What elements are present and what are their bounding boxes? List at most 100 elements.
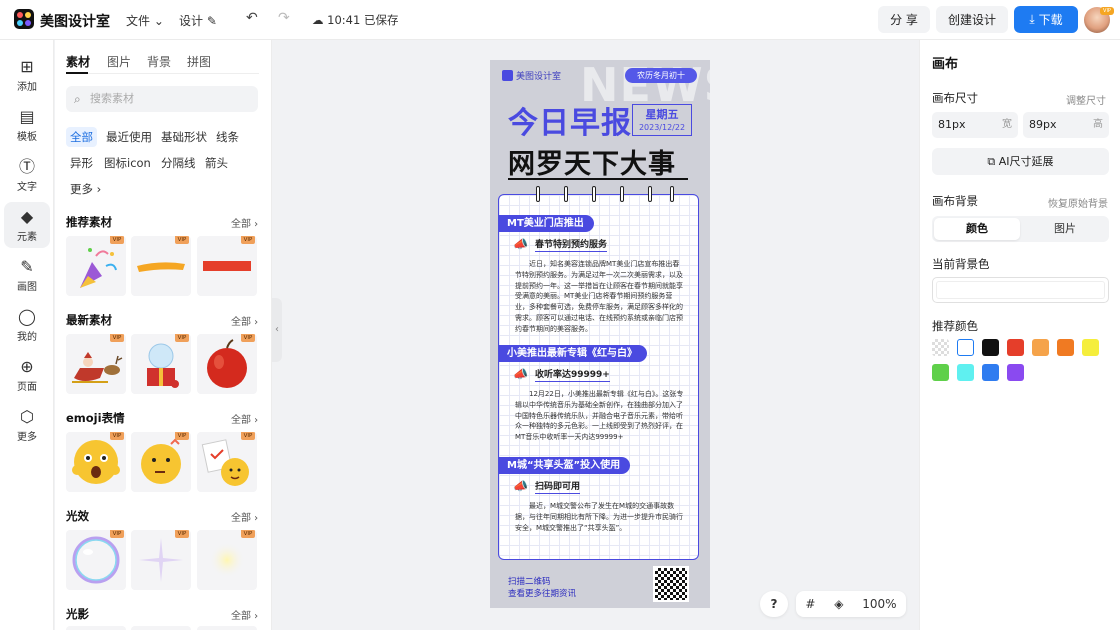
rail-item-page[interactable]: ⊕ 页面 — [4, 352, 50, 398]
file-menu-label: 文件 — [126, 14, 151, 28]
material-thumb[interactable] — [66, 626, 126, 630]
megaphone-icon: 📣 — [513, 479, 528, 493]
zoom-level[interactable]: 100% — [862, 597, 896, 611]
material-thumb[interactable]: VIP — [66, 530, 126, 590]
rail-item-elements[interactable]: ◆ 元素 — [4, 202, 50, 248]
color-swatch[interactable] — [1007, 364, 1024, 381]
rail-item-template[interactable]: ▤ 模板 — [4, 102, 50, 148]
material-thumb[interactable]: VIP — [66, 334, 126, 394]
canvas-poster[interactable]: NEWS 美图设计室 农历冬月初十 今日早报 星期五 2023/12/22 网罗… — [490, 60, 710, 608]
news-subtitle: 扫码即可用 — [535, 479, 581, 494]
width-unit: 宽 — [1002, 119, 1012, 130]
color-swatch[interactable] — [957, 339, 974, 356]
red-bar-icon — [203, 261, 251, 271]
section-all-link[interactable]: 全部 › — [231, 607, 258, 622]
reset-bg-link[interactable]: 恢复原始背景 — [1048, 195, 1108, 210]
panel-title: 画布 — [932, 57, 959, 72]
share-button[interactable]: 分 享 — [878, 6, 930, 33]
news-subtitle: 春节特别预约服务 — [535, 237, 608, 252]
chip-icons[interactable]: 图标icon — [100, 153, 155, 173]
rail-item-more[interactable]: ⬡ 更多 — [4, 402, 50, 448]
color-swatch[interactable] — [1007, 339, 1024, 356]
color-swatch[interactable] — [982, 339, 999, 356]
color-swatch[interactable] — [982, 364, 999, 381]
chip-all[interactable]: 全部 — [66, 127, 97, 147]
current-bg-color[interactable] — [932, 277, 1109, 303]
canvas-properties-panel: 画布 画布尺寸 调整尺寸 宽 81px 高 89px ⧉ AI尺寸延展 画布背景 恢… — [919, 40, 1120, 630]
material-thumb[interactable] — [131, 626, 191, 630]
color-swatch[interactable] — [1082, 339, 1099, 356]
poster-date: 2023/12/22 — [638, 123, 686, 132]
help-button[interactable]: ? — [760, 591, 788, 617]
section-all-link[interactable]: 全部 › — [231, 313, 258, 328]
app-logo[interactable] — [14, 9, 34, 29]
glow-light-icon — [209, 542, 245, 578]
adjust-size-link[interactable]: 调整尺寸 — [1066, 92, 1106, 107]
bg-image-tab[interactable]: 图片 — [1022, 218, 1108, 240]
create-design-button[interactable]: 创建设计 — [936, 6, 1008, 33]
poster-title: 今日早报 — [508, 106, 632, 141]
user-icon: ◯ — [18, 306, 36, 326]
material-thumb[interactable]: VIP — [66, 432, 126, 492]
binder-ring — [564, 186, 568, 202]
layers-icon[interactable]: ◈ — [834, 597, 843, 611]
reindeer-sleigh-icon — [72, 352, 123, 383]
news-body: 最近，M城交警公布了发生在M城的交通事故数据，与往年同期相比有所下降。为进一步提… — [515, 502, 683, 532]
tab-images[interactable]: 图片 — [107, 53, 131, 70]
rail-item-text[interactable]: Ⓣ 文字 — [4, 152, 50, 198]
section-all-link[interactable]: 全部 › — [231, 509, 258, 524]
bg-color-tab[interactable]: 颜色 — [934, 218, 1020, 240]
vip-badge: VIP — [241, 334, 255, 342]
rail-item-mine[interactable]: ◯ 我的 — [4, 302, 50, 348]
download-button[interactable]: ⤓ 下载 — [1014, 6, 1078, 33]
chip-lines[interactable]: 线条 — [212, 127, 243, 147]
material-thumb[interactable]: VIP — [131, 334, 191, 394]
sparkle-light-icon — [139, 538, 183, 582]
bg-type-toggle: 颜色 图片 — [932, 216, 1109, 242]
material-thumb[interactable]: VIP — [131, 236, 191, 296]
color-swatch[interactable] — [957, 364, 974, 381]
bubble-light-icon — [72, 536, 120, 584]
tab-background[interactable]: 背景 — [147, 53, 171, 70]
chip-dividers[interactable]: 分隔线 — [157, 153, 200, 173]
tab-materials[interactable]: 素材 — [66, 53, 90, 70]
search-input[interactable]: 搜索素材 — [66, 86, 258, 112]
tab-collage[interactable]: 拼图 — [187, 53, 211, 70]
chip-recent[interactable]: 最近使用 — [102, 127, 156, 147]
design-menu[interactable]: 设计 ✎ — [179, 12, 217, 29]
chip-irregular[interactable]: 异形 — [66, 153, 97, 173]
color-swatch[interactable] — [1032, 339, 1049, 356]
section-title: 推荐素材 — [66, 215, 112, 229]
ai-resize-button[interactable]: ⧉ AI尺寸延展 — [932, 148, 1109, 175]
chip-arrows[interactable]: 箭头 — [201, 153, 232, 173]
undo-icon[interactable]: ↶ — [246, 10, 258, 26]
section-all-link[interactable]: 全部 › — [231, 411, 258, 426]
section-all-link[interactable]: 全部 › — [231, 215, 258, 230]
width-field[interactable]: 宽 81px — [932, 112, 1018, 138]
grid-icon[interactable]: # — [805, 597, 815, 611]
material-thumb[interactable]: VIP — [197, 530, 257, 590]
chip-basic-shapes[interactable]: 基础形状 — [157, 127, 211, 147]
section-title: 光效 — [66, 509, 89, 523]
color-swatch[interactable] — [932, 364, 949, 381]
color-swatch[interactable] — [1057, 339, 1074, 356]
collapse-panel-button[interactable]: ‹ — [272, 298, 282, 362]
redo-icon[interactable]: ↷ — [278, 10, 290, 26]
rail-item-draw[interactable]: ✎ 画图 — [4, 252, 50, 298]
rail-item-add[interactable]: ⊞ 添加 — [4, 52, 50, 98]
material-thumb[interactable]: VIP — [197, 432, 257, 492]
footer-line: 扫描二维码 — [508, 577, 551, 587]
color-swatch[interactable] — [932, 339, 949, 356]
material-thumb[interactable] — [197, 626, 257, 630]
material-thumb[interactable]: VIP — [131, 530, 191, 590]
section-all-label: 全部 — [231, 219, 251, 230]
material-thumb[interactable]: VIP — [197, 334, 257, 394]
brush-stroke-icon — [137, 262, 185, 272]
height-field[interactable]: 高 89px — [1023, 112, 1109, 138]
material-thumb[interactable]: VIP — [131, 432, 191, 492]
material-thumb[interactable]: VIP — [197, 236, 257, 296]
chip-more[interactable]: 更多 › — [66, 179, 105, 199]
file-menu[interactable]: 文件 ⌄ — [126, 12, 164, 29]
material-thumb[interactable]: VIP — [66, 236, 126, 296]
news-card: MT美业门店推出 📣 春节特别预约服务 近日，知名美容连锁品牌MT美业门店宣布推… — [498, 194, 699, 560]
